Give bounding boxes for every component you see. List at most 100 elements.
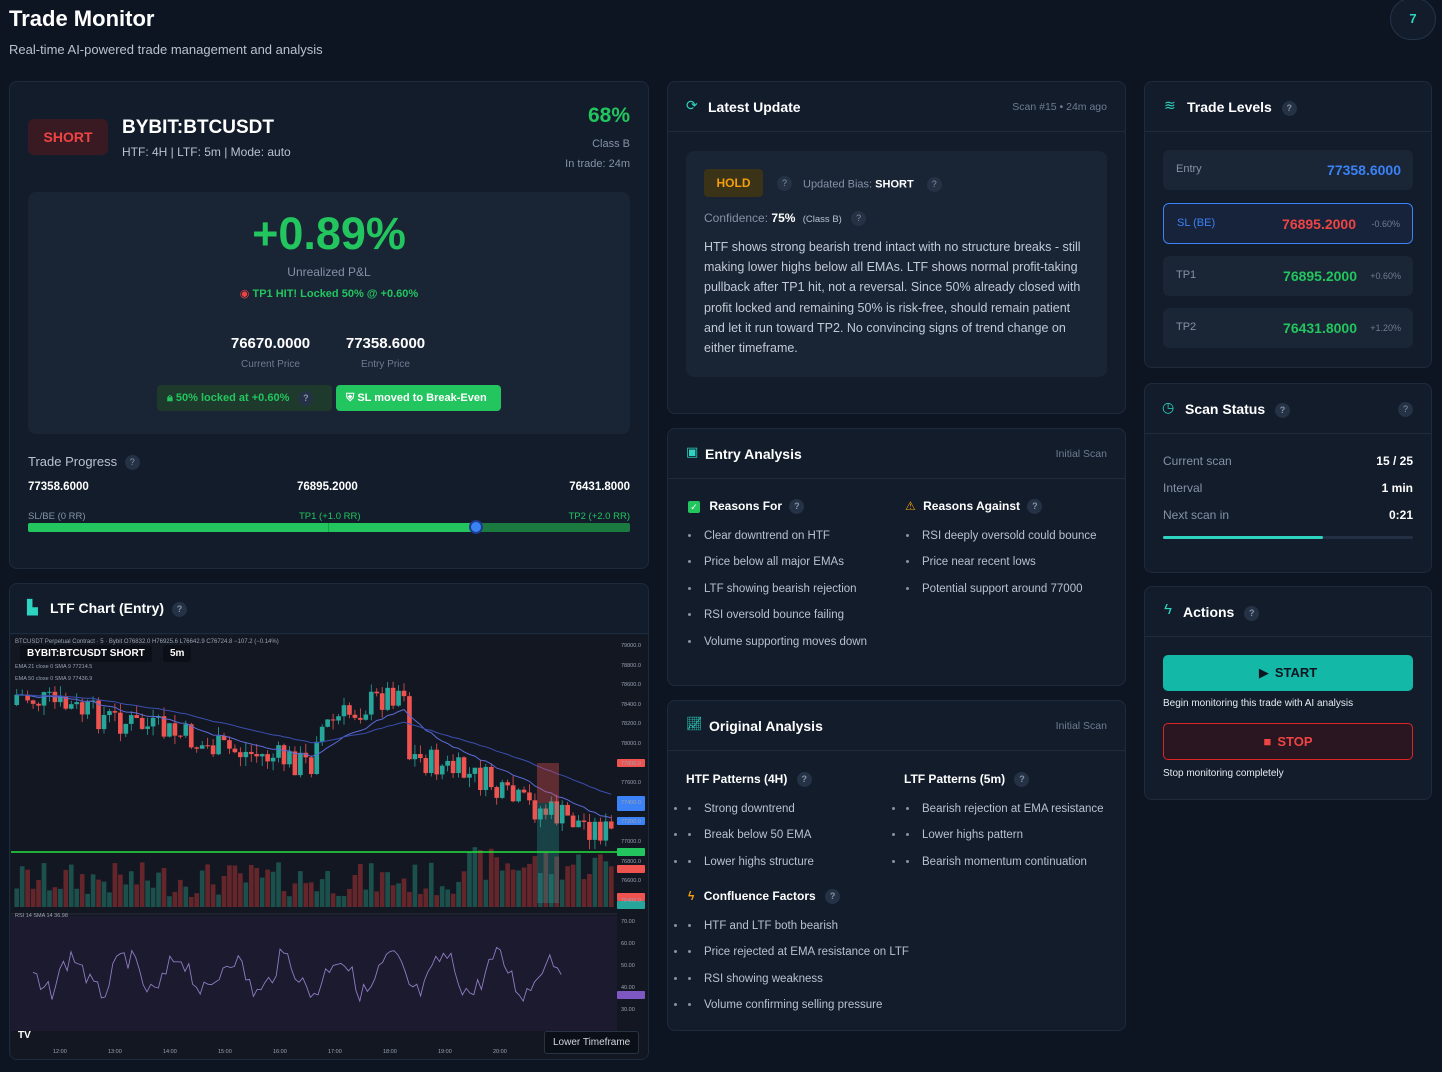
- volume-bar: [232, 865, 238, 907]
- volume-bar: [25, 869, 30, 907]
- candle-body: [287, 751, 292, 765]
- candle-body: [85, 701, 90, 715]
- reward-zone: [537, 803, 559, 903]
- volume-bar: [79, 874, 85, 907]
- help-icon[interactable]: ?: [1014, 772, 1030, 788]
- reasons-against-list: RSI deeply oversold could bounce Price ne…: [904, 527, 1114, 606]
- trade-summary-card: SHORT BYBIT:BTCUSDT HTF: 4H | LTF: 5m | …: [9, 81, 649, 569]
- candle-body: [516, 789, 521, 802]
- original-analysis-meta: Initial Scan: [1055, 720, 1107, 732]
- help-icon[interactable]: ?: [124, 455, 140, 471]
- time-tick: 15:00: [218, 1049, 232, 1055]
- volume-bar: [423, 888, 429, 907]
- trade-levels-header: ≋ Trade Levels ?: [1145, 82, 1431, 132]
- page-title: Trade Monitor: [9, 6, 155, 31]
- candle-body: [521, 789, 527, 793]
- corner-badge[interactable]: 7: [1390, 0, 1436, 40]
- help-icon[interactable]: ?: [851, 211, 867, 227]
- list-item: Strong downtrend: [672, 800, 892, 826]
- list-item: Bearish rejection at EMA resistance: [890, 800, 1126, 826]
- progress-thumb: [469, 520, 484, 534]
- scan-row-label: Current scan: [1163, 454, 1232, 468]
- help-icon[interactable]: ?: [298, 390, 314, 406]
- scan-status-header: ◷ Scan Status ? ?: [1145, 384, 1431, 434]
- candle-body: [36, 703, 41, 706]
- start-button-label: START: [1274, 665, 1318, 680]
- price-tag: [617, 865, 645, 873]
- candle-body: [74, 702, 80, 705]
- volume-bar: [390, 885, 396, 907]
- help-icon[interactable]: ?: [796, 772, 812, 788]
- ltf-heading: LTF Patterns (5m) ?: [904, 772, 1030, 788]
- progress-fill: [28, 523, 477, 532]
- scan-row-value: 0:21: [1388, 508, 1413, 522]
- ltf-patterns-list: Bearish rejection at EMA resistance Lower…: [890, 800, 1126, 879]
- candle-body: [150, 717, 156, 727]
- direction-badge-label: SHORT: [43, 129, 93, 145]
- actions-card: ϟ Actions ? ▶ START Begin monitoring this…: [1144, 586, 1432, 800]
- help-icon[interactable]: ?: [171, 601, 187, 617]
- chart-widget[interactable]: BTCUSDT Perpetual Contract · 5 · Bybit O…: [11, 635, 648, 1059]
- entry-price-label: Entry Price: [361, 359, 410, 370]
- entry-analysis-header: ▣ Entry Analysis Initial Scan: [668, 429, 1125, 479]
- list-item: Price rejected at EMA resistance on LTF: [672, 943, 1112, 969]
- candle-body: [428, 749, 434, 774]
- checkbox-icon: ✓: [688, 501, 700, 513]
- stop-button[interactable]: ■ STOP: [1163, 723, 1413, 760]
- start-button[interactable]: ▶ START: [1163, 655, 1413, 691]
- volume-bar: [167, 896, 172, 907]
- candle-body: [254, 754, 260, 757]
- help-icon[interactable]: ?: [1398, 402, 1413, 417]
- help-icon[interactable]: ?: [1027, 499, 1043, 515]
- candle-body: [107, 711, 112, 715]
- candle-body: [347, 705, 352, 715]
- volume-bar: [227, 865, 232, 907]
- candle-body: [494, 787, 500, 798]
- candle-body: [134, 715, 140, 719]
- volume-bar: [445, 889, 450, 907]
- volume-bar: [412, 864, 418, 907]
- volume-bar: [68, 864, 74, 907]
- latest-update-header: ⟳ Latest Update Scan #15 • 24m ago: [668, 82, 1125, 132]
- volume-bar: [210, 884, 216, 907]
- volume-bar: [248, 864, 254, 907]
- rsi-tick: 30.00: [621, 1007, 635, 1013]
- pnl-value: +0.89%: [252, 208, 406, 259]
- candle-body: [308, 757, 314, 774]
- bias-line: Updated Bias: SHORT ?: [803, 177, 942, 192]
- candle-body: [363, 714, 369, 720]
- lightning-icon: ϟ: [688, 889, 695, 903]
- help-icon[interactable]: ?: [777, 176, 792, 191]
- scan-row-value: 1 min: [1381, 481, 1413, 495]
- update-panel: HOLD ? Updated Bias: SHORT ? Confidence:…: [686, 151, 1107, 377]
- help-icon[interactable]: ?: [1244, 605, 1260, 621]
- progress-value-sl: 77358.6000: [28, 481, 89, 493]
- help-icon[interactable]: ?: [789, 499, 805, 515]
- volume-bar: [19, 866, 25, 907]
- ltf-chart-card: ▙ LTF Chart (Entry) ? BTCUSDT Perpetual …: [9, 583, 649, 1060]
- bias-label: Updated Bias:: [803, 178, 873, 191]
- help-icon[interactable]: ?: [926, 177, 942, 192]
- candle-body: [434, 749, 440, 775]
- list-item: Break below 50 EMA: [672, 826, 892, 852]
- volume-bar: [570, 864, 576, 907]
- volume-bar: [352, 875, 358, 907]
- help-icon[interactable]: ?: [1281, 100, 1297, 116]
- candle-body: [532, 800, 538, 820]
- rsi-tick: 40.00: [621, 985, 635, 991]
- volume-bar: [85, 893, 90, 907]
- candle-body: [325, 719, 330, 727]
- level-label: Entry: [1176, 163, 1202, 175]
- volume-bar: [608, 866, 614, 907]
- help-icon[interactable]: ?: [825, 889, 841, 905]
- list-item: Price near recent lows: [904, 553, 1114, 579]
- volume-bar: [96, 879, 101, 907]
- volume-bar: [298, 871, 303, 907]
- reasons-for-heading: ✓ Reasons For ?: [688, 499, 805, 515]
- help-icon[interactable]: ?: [1275, 402, 1291, 418]
- candle-body: [79, 702, 85, 715]
- candle-body: [598, 821, 603, 841]
- htf-title: HTF Patterns (4H): [686, 772, 788, 786]
- volume-bar: [216, 894, 221, 907]
- time-tick: 16:00: [273, 1049, 287, 1055]
